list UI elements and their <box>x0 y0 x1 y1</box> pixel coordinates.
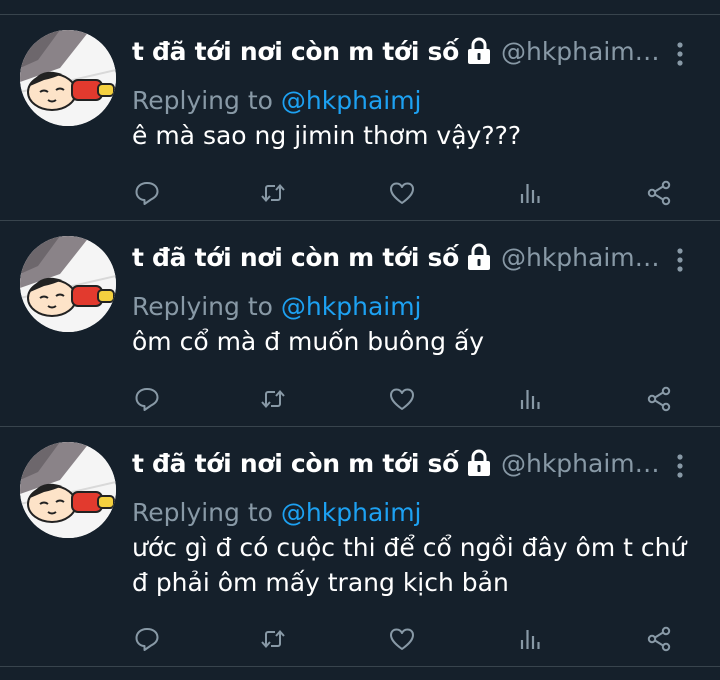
analytics-icon <box>520 184 540 203</box>
share-button[interactable] <box>641 381 677 417</box>
replying-to: Replying to @hkphaimj <box>132 498 422 527</box>
replying-prefix: Replying to <box>132 86 273 115</box>
handle[interactable]: @hkphaim… <box>501 449 660 478</box>
reply-icon <box>135 628 159 651</box>
analytics-icon <box>520 630 540 649</box>
heart-icon <box>390 388 414 410</box>
replying-prefix: Replying to <box>132 292 273 321</box>
tweet[interactable]: t đã tới nơi còn m tới số @hkphaim… Repl… <box>0 427 720 667</box>
analytics-icon <box>520 390 540 409</box>
like-button[interactable] <box>384 381 420 417</box>
tweet-header: t đã tới nơi còn m tới số @hkphaim… <box>132 238 660 276</box>
handle[interactable]: @hkphaim… <box>501 243 660 272</box>
retweet-button[interactable] <box>255 175 291 211</box>
retweet-icon <box>261 183 285 203</box>
mention-link[interactable]: @hkphaimj <box>281 498 422 527</box>
replying-prefix: Replying to <box>132 498 273 527</box>
mention-link[interactable]: @hkphaimj <box>281 86 422 115</box>
display-name[interactable]: t đã tới nơi còn m tới số <box>132 37 459 66</box>
share-button[interactable] <box>641 621 677 657</box>
display-name[interactable]: t đã tới nơi còn m tới số <box>132 449 459 478</box>
heart-icon <box>390 628 414 650</box>
avatar[interactable] <box>20 236 116 332</box>
tweet-actions <box>0 175 720 211</box>
lock-icon <box>465 242 493 272</box>
reply-button[interactable] <box>129 381 165 417</box>
reply-feed: t đã tới nơi còn m tới số @hkphaim… Repl… <box>0 15 720 667</box>
heart-icon <box>390 182 414 204</box>
lock-icon <box>465 448 493 478</box>
more-vertical-icon[interactable] <box>670 451 690 481</box>
retweet-icon <box>261 389 285 409</box>
tweet-text: ước gì đ có cuộc thi để cổ ngồi đây ôm t… <box>132 533 687 597</box>
analytics-button[interactable] <box>512 381 548 417</box>
reply-button[interactable] <box>129 175 165 211</box>
more-vertical-icon[interactable] <box>670 39 690 69</box>
share-icon <box>647 386 671 412</box>
analytics-button[interactable] <box>512 621 548 657</box>
avatar[interactable] <box>20 442 116 538</box>
analytics-button[interactable] <box>512 175 548 211</box>
reply-icon <box>135 182 159 205</box>
like-button[interactable] <box>384 175 420 211</box>
handle[interactable]: @hkphaim… <box>501 37 660 66</box>
lock-icon <box>465 36 493 66</box>
reply-button[interactable] <box>129 621 165 657</box>
tweet[interactable]: t đã tới nơi còn m tới số @hkphaim… Repl… <box>0 221 720 427</box>
share-icon <box>647 626 671 652</box>
reply-icon <box>135 388 159 411</box>
share-icon <box>647 180 671 206</box>
like-button[interactable] <box>384 621 420 657</box>
tweet-actions <box>0 381 720 417</box>
tweet[interactable]: t đã tới nơi còn m tới số @hkphaim… Repl… <box>0 15 720 221</box>
tweet-header: t đã tới nơi còn m tới số @hkphaim… <box>132 32 660 70</box>
retweet-button[interactable] <box>255 381 291 417</box>
replying-to: Replying to @hkphaimj <box>132 86 422 115</box>
tweet-text: ôm cổ mà đ muốn buông ấy <box>132 327 485 356</box>
tweet-actions <box>0 621 720 657</box>
replying-to: Replying to @hkphaimj <box>132 292 422 321</box>
display-name[interactable]: t đã tới nơi còn m tới số <box>132 243 459 272</box>
retweet-icon <box>261 629 285 649</box>
tweet-header: t đã tới nơi còn m tới số @hkphaim… <box>132 444 660 482</box>
tweet-text: ê mà sao ng jimin thơm vậy??? <box>132 121 522 150</box>
share-button[interactable] <box>641 175 677 211</box>
retweet-button[interactable] <box>255 621 291 657</box>
avatar[interactable] <box>20 30 116 126</box>
mention-link[interactable]: @hkphaimj <box>281 292 422 321</box>
more-vertical-icon[interactable] <box>670 245 690 275</box>
